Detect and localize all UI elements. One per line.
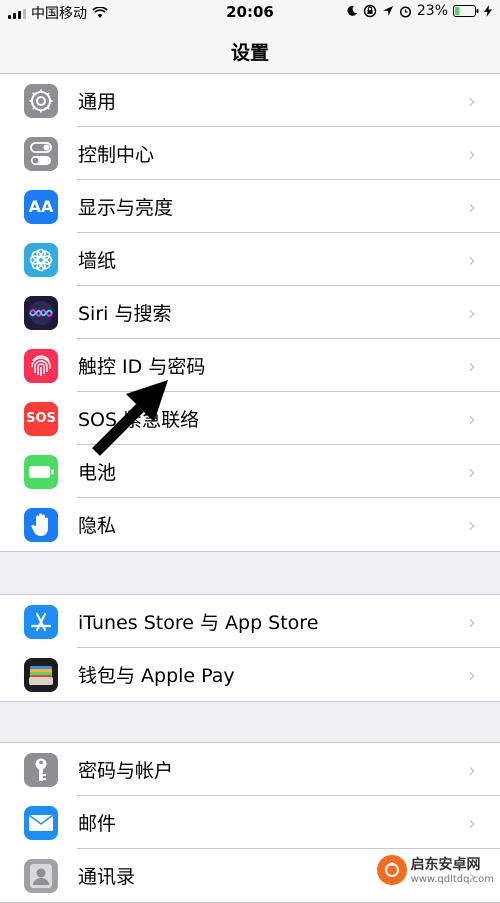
sos-icon: SOS (24, 401, 58, 436)
nav-bar: 设置 (0, 24, 500, 78)
settings-group-stores: iTunes Store 与 App Store › 钱包与 Apple Pay… (0, 594, 500, 702)
settings-item-label: 电池 (78, 462, 117, 484)
wallet-icon (24, 657, 58, 692)
settings-item-privacy[interactable]: 隐私 › (0, 498, 500, 551)
rotation-lock-icon (363, 4, 377, 18)
moon-icon (347, 5, 357, 16)
flower-icon (24, 242, 58, 277)
settings-item-display[interactable]: AA 显示与亮度 › (0, 180, 500, 233)
key-icon (24, 752, 58, 787)
chevron-right-icon: › (468, 407, 476, 431)
settings-item-itunes-app-store[interactable]: iTunes Store 与 App Store › (0, 595, 500, 648)
chevron-right-icon: › (468, 610, 476, 634)
settings-item-siri[interactable]: Siri 与搜索 › (0, 286, 500, 339)
settings-item-label: Siri 与搜索 (78, 303, 172, 325)
chevron-right-icon: › (468, 354, 476, 378)
watermark-logo-icon (376, 854, 407, 885)
chevron-right-icon: › (468, 460, 476, 484)
toggles-icon (24, 136, 58, 171)
status-right: 23% (346, 3, 492, 19)
battery-percent: 23% (416, 3, 448, 19)
chevron-right-icon: › (468, 663, 476, 687)
settings-item-wallpaper[interactable]: 墙纸 › (0, 233, 500, 286)
mail-icon (24, 805, 58, 840)
location-icon (382, 6, 393, 16)
settings-item-label: 邮件 (78, 813, 117, 835)
settings-item-mail[interactable]: 邮件 › (0, 796, 500, 849)
alarm-icon (399, 5, 411, 18)
chevron-right-icon: › (468, 195, 476, 219)
chevron-right-icon: › (468, 513, 476, 537)
settings-item-touch-id[interactable]: 触控 ID 与密码 › (0, 339, 500, 392)
siri-icon (24, 295, 58, 330)
hand-icon (24, 507, 58, 542)
status-bar: 中国移动 20:06 23% (0, 0, 500, 24)
chevron-right-icon: › (468, 811, 476, 835)
gear-icon (24, 83, 58, 118)
battery-icon (24, 454, 58, 489)
settings-item-wallet[interactable]: 钱包与 Apple Pay › (0, 648, 500, 701)
settings-group-system: 通用 › 控制中心 › AA 显示与亮度 › 墙纸 › Siri 与搜索 › 触… (0, 73, 500, 552)
settings-item-general[interactable]: 通用 › (0, 74, 500, 127)
settings-item-label: 控制中心 (78, 144, 155, 166)
settings-item-label: 触控 ID 与密码 (78, 356, 206, 378)
settings-item-label: 通用 (78, 91, 117, 113)
settings-item-label: SOS 紧急联络 (78, 409, 200, 431)
settings-item-label: 密码与帐户 (78, 760, 174, 782)
chevron-right-icon: › (468, 89, 476, 113)
chevron-right-icon: › (468, 248, 476, 272)
chevron-right-icon: › (468, 301, 476, 325)
settings-item-emergency-sos[interactable]: SOS SOS 紧急联络 › (0, 392, 500, 445)
settings-item-label: 隐私 (78, 515, 117, 537)
settings-item-label: 显示与亮度 (78, 197, 174, 219)
settings-item-battery[interactable]: 电池 › (0, 445, 500, 498)
battery-icon (453, 5, 479, 17)
charging-icon (484, 5, 492, 17)
page-title: 设置 (230, 42, 269, 64)
settings-item-control-center[interactable]: 控制中心 › (0, 127, 500, 180)
watermark-text: 启东安卓网 www.qdltdq.com (411, 854, 494, 885)
settings-item-label: 钱包与 Apple Pay (78, 665, 235, 687)
settings-item-passwords-accounts[interactable]: 密码与帐户 › (0, 743, 500, 796)
chevron-right-icon: › (468, 758, 476, 782)
settings-item-label: 墙纸 (78, 250, 117, 272)
watermark-url: www.qdltdq.com (410, 874, 494, 885)
app-store-icon (24, 604, 58, 639)
watermark: 启东安卓网 www.qdltdq.com (376, 854, 494, 885)
contacts-icon (24, 858, 58, 893)
text-size-icon: AA (24, 189, 58, 224)
settings-item-label: iTunes Store 与 App Store (78, 612, 319, 634)
fingerprint-icon (24, 348, 58, 383)
chevron-right-icon: › (468, 142, 476, 166)
watermark-brand: 启东安卓网 (410, 857, 481, 873)
